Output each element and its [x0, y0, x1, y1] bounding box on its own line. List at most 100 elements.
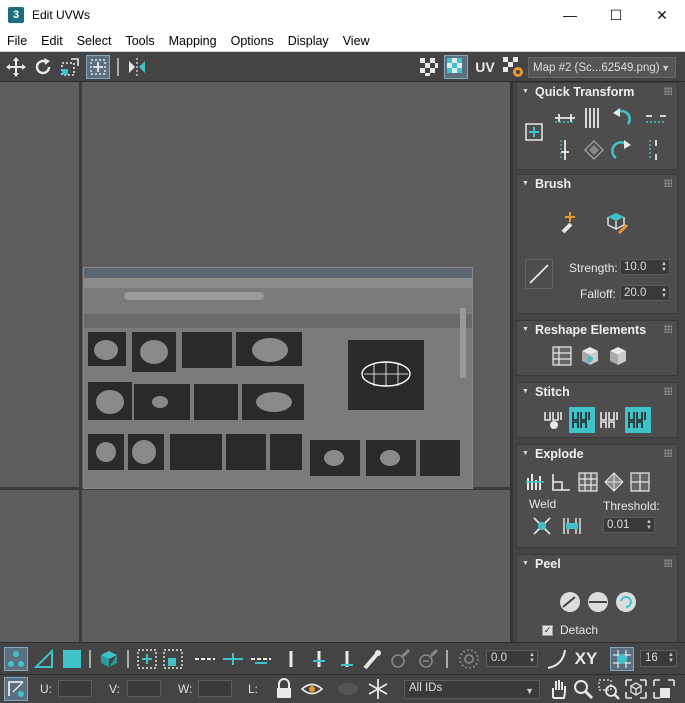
snap-value-field[interactable]: 16 ▲ ▼ [640, 650, 677, 667]
loop-select-icon[interactable] [279, 647, 303, 671]
map-settings-icon[interactable] [501, 55, 525, 79]
explode-by-polygon-icon[interactable] [549, 469, 575, 495]
angle-snap-icon[interactable] [457, 647, 481, 671]
pan-hand-icon[interactable] [546, 677, 570, 701]
rollout-collapse-icon[interactable]: ▼ [522, 450, 529, 457]
map-selector-dropdown[interactable]: Map #2 (Sc...62549.png) ▼ [528, 57, 676, 78]
straighten-selection-icon[interactable] [577, 343, 603, 369]
rollout-title[interactable]: Reshape Elements [535, 323, 646, 337]
rollout-title[interactable]: Brush [535, 177, 571, 191]
peel-mode-icon[interactable] [585, 589, 611, 615]
menu-view[interactable]: View [336, 34, 377, 48]
paint-shrink-icon[interactable] [416, 647, 440, 671]
hide-icon[interactable] [300, 677, 324, 701]
menu-display[interactable]: Display [281, 34, 336, 48]
rotate-icon[interactable] [31, 55, 55, 79]
material-id-dropdown[interactable]: All IDs ▼ [404, 680, 540, 699]
polygon-select-icon[interactable] [60, 647, 84, 671]
rollout-title[interactable]: Explode [535, 447, 584, 461]
edge-select-icon[interactable] [32, 647, 56, 671]
absolute-relative-toggle-icon[interactable] [4, 677, 28, 701]
menu-tools[interactable]: Tools [118, 34, 161, 48]
rollout-collapse-icon[interactable]: ▼ [522, 560, 529, 567]
grid-snap-icon[interactable] [610, 647, 634, 671]
rollout-title[interactable]: Quick Transform [535, 85, 634, 99]
minimize-button[interactable]: — [547, 0, 593, 30]
detach-checkbox[interactable]: ✓ [542, 625, 553, 636]
ring-select-icon[interactable] [193, 647, 217, 671]
straighten-icon[interactable] [581, 137, 607, 163]
drag-grip-icon[interactable] [664, 559, 672, 567]
spinner-arrows-icon[interactable]: ▲ ▼ [529, 652, 535, 664]
quick-peel-icon[interactable] [557, 589, 583, 615]
uv-toggle[interactable]: UV [473, 55, 497, 79]
mirror-icon[interactable] [125, 55, 149, 79]
space-horizontal-icon[interactable] [643, 105, 669, 131]
spinner-arrows-icon[interactable]: ▲ ▼ [661, 287, 667, 299]
flatten-icon[interactable] [627, 469, 653, 495]
loop-grow-icon[interactable] [307, 647, 331, 671]
rollout-collapse-icon[interactable]: ▼ [522, 388, 529, 395]
drag-grip-icon[interactable] [664, 325, 672, 333]
curve-icon[interactable] [545, 647, 569, 671]
lock-icon[interactable] [272, 677, 296, 701]
uv-viewport[interactable] [0, 82, 510, 642]
freeform-icon[interactable] [86, 55, 110, 79]
weld-selected-icon[interactable] [529, 513, 555, 539]
drag-grip-icon[interactable] [664, 387, 672, 395]
drag-grip-icon[interactable] [664, 179, 672, 187]
zoom-extents-icon[interactable] [624, 677, 648, 701]
grow-selection-icon[interactable] [135, 647, 159, 671]
u-field[interactable] [58, 680, 92, 697]
spinner-arrows-icon[interactable]: ▲ ▼ [668, 652, 674, 664]
rollout-title[interactable]: Stitch [535, 385, 570, 399]
drag-grip-icon[interactable] [664, 87, 672, 95]
shrink-selection-icon[interactable] [161, 647, 185, 671]
paint-move-icon[interactable] [557, 209, 583, 235]
maximize-button[interactable]: ☐ [593, 0, 639, 30]
weld-target-icon[interactable] [559, 513, 585, 539]
rectangularize-icon[interactable] [549, 343, 575, 369]
move-icon[interactable] [4, 55, 28, 79]
show-map-icon[interactable] [444, 55, 468, 79]
menu-mapping[interactable]: Mapping [162, 34, 224, 48]
threshold-spinner[interactable]: 0.01 ▲ ▼ [603, 517, 655, 533]
close-button[interactable]: ✕ [639, 0, 685, 30]
angle-value-field[interactable]: 0.0 ▲ ▼ [486, 650, 538, 667]
break-icon[interactable] [523, 469, 549, 495]
falloff-curve-icon[interactable] [525, 259, 553, 289]
rotate-ccw-icon[interactable] [609, 105, 635, 131]
element-select-icon[interactable] [97, 647, 121, 671]
w-field[interactable] [198, 680, 232, 697]
drag-grip-icon[interactable] [664, 449, 672, 457]
ring-shrink-icon[interactable] [249, 647, 273, 671]
space-vertical-icon[interactable] [643, 137, 669, 163]
rollout-title[interactable]: Peel [535, 557, 561, 571]
align-horizontal-icon[interactable] [552, 105, 578, 131]
relax-icon[interactable] [605, 343, 631, 369]
zoom-extents-selected-icon[interactable] [652, 677, 676, 701]
menu-file[interactable]: File [0, 34, 34, 48]
scale-icon[interactable] [58, 55, 82, 79]
falloff-spinner[interactable]: 20.0 ▲ ▼ [620, 285, 670, 301]
reset-peel-icon[interactable] [613, 589, 639, 615]
stitch-custom-icon[interactable] [541, 407, 567, 433]
zoom-icon[interactable] [571, 677, 595, 701]
relax-brush-icon[interactable] [603, 209, 629, 235]
stitch-average-icon[interactable] [597, 407, 623, 433]
rollout-collapse-icon[interactable]: ▼ [522, 326, 529, 333]
paint-grow-icon[interactable] [388, 647, 412, 671]
paint-select-icon[interactable] [360, 647, 384, 671]
menu-select[interactable]: Select [70, 34, 119, 48]
rollout-collapse-icon[interactable]: ▼ [522, 180, 529, 187]
v-field[interactable] [127, 680, 161, 697]
rollout-collapse-icon[interactable]: ▼ [522, 88, 529, 95]
strength-spinner[interactable]: 10.0 ▲ ▼ [620, 259, 670, 275]
explode-by-material-icon[interactable] [601, 469, 627, 495]
rotate-cw-icon[interactable] [609, 137, 635, 163]
filter-selected-icon[interactable] [336, 677, 360, 701]
explode-by-smoothing-icon[interactable] [575, 469, 601, 495]
menu-edit[interactable]: Edit [34, 34, 70, 48]
ring-grow-icon[interactable] [221, 647, 245, 671]
spinner-arrows-icon[interactable]: ▲ ▼ [646, 519, 652, 531]
